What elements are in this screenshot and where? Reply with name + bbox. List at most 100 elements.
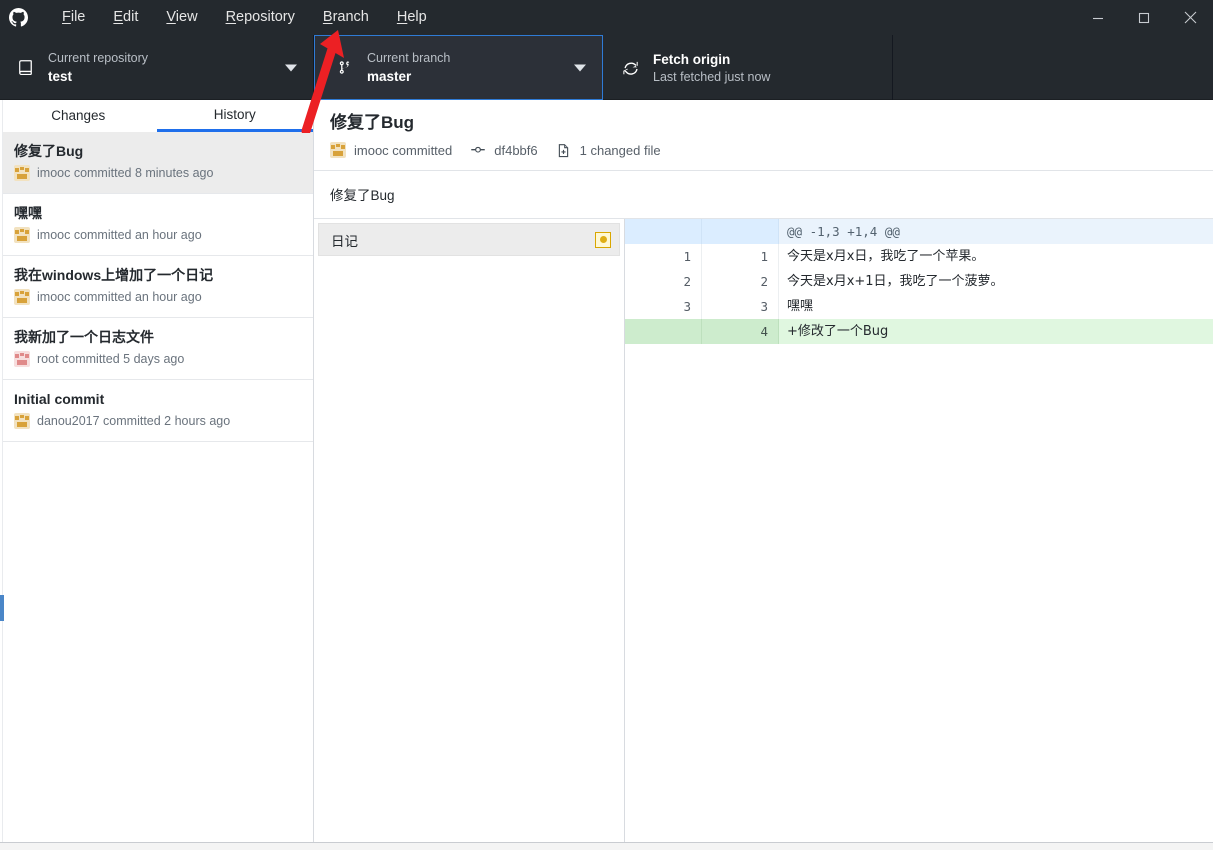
avatar (330, 142, 346, 158)
avatar (14, 413, 30, 429)
menu-help[interactable]: Help (383, 0, 441, 35)
commit-author-time: imooc committed an hour ago (37, 228, 202, 242)
window-left-edge (0, 100, 3, 850)
current-repository-value: test (48, 68, 73, 84)
diff-line-text: 今天是x月x日，我吃了一个苹果。 (779, 244, 1213, 269)
menu-edit-mnemonic: E (113, 9, 124, 25)
github-mark-icon (0, 0, 36, 35)
diff-gutter-old (625, 319, 702, 344)
diff-line-hunk: @@ -1,3 +1,4 @@ (625, 219, 1213, 244)
commit-title: Initial commit (14, 391, 105, 407)
tab-changes[interactable]: Changes (0, 100, 157, 132)
changed-files-group: 1 changed file (556, 143, 661, 158)
commit-author-group: imooc committed (330, 142, 452, 158)
current-branch-label: Current branch (367, 50, 451, 65)
chevron-down-icon (285, 64, 297, 71)
commit-title: 嘿嘿 (14, 205, 42, 221)
main-content: Changes History 修复了Bug imooc committed 8… (0, 100, 1213, 850)
menu-branch-mnemonic: B (322, 9, 333, 25)
commit-list-item[interactable]: Initial commit danou2017 committed 2 hou… (0, 380, 313, 442)
diff-hunk-header: @@ -1,3 +1,4 @@ (779, 219, 1213, 244)
changed-file-name: 日记 (331, 233, 358, 249)
diff-gutter-new (702, 219, 779, 244)
bottom-edge-strip (0, 842, 1213, 850)
diff-gutter-old (625, 219, 702, 244)
diff-viewer[interactable]: @@ -1,3 +1,4 @@ 1 1 今天是x月x日，我吃了一个苹果。 2 2… (625, 219, 1213, 850)
maximize-icon[interactable] (1121, 0, 1167, 35)
diff-line-text: 今天是x月x+1日，我吃了一个菠萝。 (779, 269, 1213, 294)
fetch-origin-label: Fetch origin (653, 51, 731, 67)
commit-detail-title: 修复了Bug (330, 113, 415, 132)
sidebar-scroll-accent[interactable] (0, 595, 4, 621)
commit-detail-header: 修复了Bug imooc committed df4bbf6 1 changed… (314, 100, 1213, 171)
commit-meta: imooc committed 8 minutes ago (14, 165, 299, 181)
menu-repository-rest: epository (236, 9, 295, 25)
current-branch-button[interactable]: Current branch master (314, 35, 603, 100)
changed-file-list: 日记 (314, 219, 625, 850)
diff-line-text: 嘿嘿 (779, 294, 1213, 319)
commit-author-time: root committed 5 days ago (37, 352, 185, 366)
file-diff-icon (556, 143, 574, 158)
menu-file[interactable]: File (48, 0, 99, 35)
changed-file-row[interactable]: 日记 (318, 223, 620, 256)
menu-help-rest: elp (407, 9, 427, 25)
main-toolbar: Current repository test Current branch m… (0, 35, 1213, 100)
commit-list-item[interactable]: 我在windows上增加了一个日记 imooc committed an hou… (0, 256, 313, 318)
commit-title: 我在windows上增加了一个日记 (14, 267, 214, 283)
commit-sha: df4bbf6 (494, 142, 538, 158)
commit-author-text: imooc committed (354, 142, 453, 158)
commit-detail-meta: imooc committed df4bbf6 1 changed file (330, 142, 1197, 158)
git-branch-icon (331, 59, 357, 76)
commit-meta: imooc committed an hour ago (14, 227, 299, 243)
commit-sha-group[interactable]: df4bbf6 (470, 142, 538, 158)
changed-files-count: 1 changed file (579, 142, 661, 158)
diff-gutter-new: 1 (702, 244, 779, 269)
modified-dot-icon (595, 231, 611, 248)
tab-history[interactable]: History (156, 100, 313, 132)
sidebar: Changes History 修复了Bug imooc committed 8… (0, 100, 314, 850)
avatar (14, 289, 30, 305)
toolbar-empty-area (893, 35, 1213, 100)
diff-line-context: 1 1 今天是x月x日，我吃了一个苹果。 (625, 244, 1213, 269)
repo-book-icon (12, 59, 38, 76)
menu-file-rest: ile (70, 9, 86, 25)
current-repository-button[interactable]: Current repository test (0, 35, 314, 100)
menu-file-mnemonic: F (62, 9, 71, 25)
commit-list-item[interactable]: 修复了Bug imooc committed 8 minutes ago (0, 132, 313, 194)
diff-gutter-old: 3 (625, 294, 702, 319)
commit-meta: imooc committed an hour ago (14, 289, 299, 305)
commit-list-item[interactable]: 我新加了一个日志文件 root committed 5 days ago (0, 318, 313, 380)
menu-branch[interactable]: Branch (309, 0, 383, 35)
commit-detail-panel: 修复了Bug imooc committed df4bbf6 1 changed… (314, 100, 1213, 850)
menu-view[interactable]: View (152, 0, 211, 35)
diff-line-context: 2 2 今天是x月x+1日，我吃了一个菠萝。 (625, 269, 1213, 294)
menu-help-mnemonic: H (396, 9, 408, 25)
chevron-down-icon (574, 64, 586, 71)
sync-refresh-icon (617, 59, 643, 77)
detail-split: 日记 @@ -1,3 +1,4 @@ 1 1 今天是x月x日，我吃了一个苹果。 (314, 219, 1213, 850)
menu-edit[interactable]: Edit (99, 0, 152, 35)
commit-meta: danou2017 committed 2 hours ago (14, 413, 299, 429)
menu-bar: File Edit View Repository Branch Help (48, 0, 441, 35)
close-icon[interactable] (1167, 0, 1213, 35)
title-bar: File Edit View Repository Branch Help (0, 0, 1213, 35)
menu-edit-rest: dit (123, 9, 139, 25)
commit-author-time: imooc committed 8 minutes ago (37, 166, 214, 180)
fetch-origin-button[interactable]: Fetch origin Last fetched just now (603, 35, 893, 100)
commit-description: 修复了Bug (314, 171, 1213, 219)
commit-meta: root committed 5 days ago (14, 351, 299, 367)
menu-repository[interactable]: Repository (212, 0, 309, 35)
diff-line-context: 3 3 嘿嘿 (625, 294, 1213, 319)
diff-gutter-new: 4 (702, 319, 779, 344)
commit-history-list[interactable]: 修复了Bug imooc committed 8 minutes ago 嘿嘿 … (0, 132, 313, 850)
menu-branch-rest: ranch (332, 9, 369, 25)
avatar (14, 351, 30, 367)
git-commit-icon (470, 142, 488, 158)
diff-line-text: +修改了一个Bug (779, 319, 1213, 344)
commit-title: 我新加了一个日志文件 (14, 329, 154, 345)
github-desktop-window: File Edit View Repository Branch Help Cu… (0, 0, 1213, 850)
menu-view-mnemonic: V (166, 9, 176, 25)
minimize-icon[interactable] (1075, 0, 1121, 35)
diff-gutter-old: 1 (625, 244, 702, 269)
commit-list-item[interactable]: 嘿嘿 imooc committed an hour ago (0, 194, 313, 256)
